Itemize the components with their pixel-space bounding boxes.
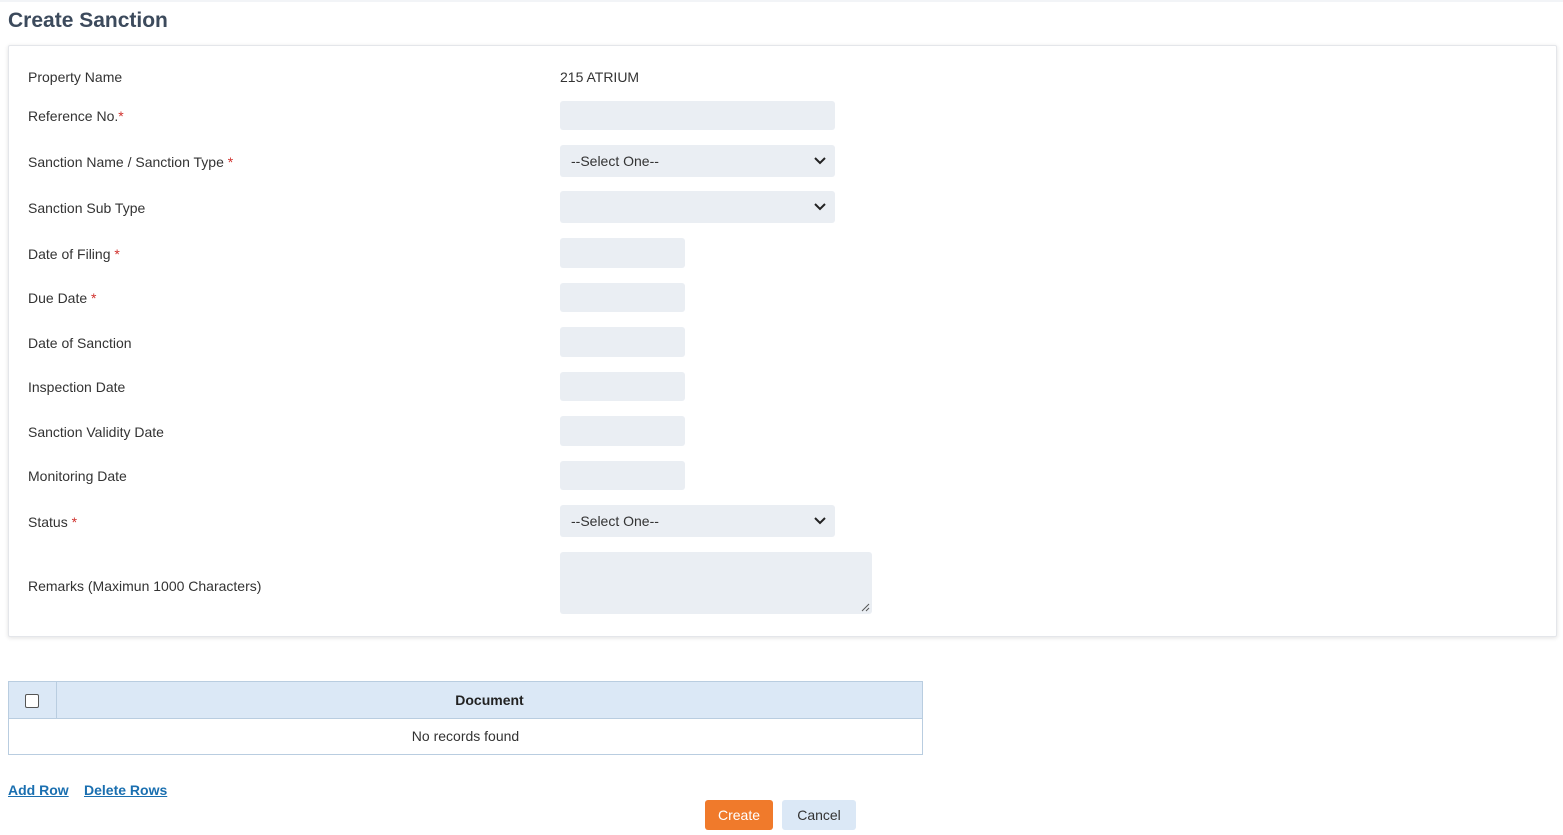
property-name-value: 215 ATRIUM (560, 69, 640, 85)
document-column-header: Document (455, 692, 524, 708)
chevron-down-icon (814, 157, 826, 165)
sanction-sub-type-label: Sanction Sub Type (28, 200, 146, 216)
select-all-checkbox[interactable] (25, 694, 39, 708)
sanction-form: Property Name 215 ATRIUM Reference No.* … (8, 45, 1557, 637)
date-of-filing-label: Date of Filing * (28, 246, 120, 262)
select-all-cell (9, 682, 57, 718)
sanction-validity-date-label: Sanction Validity Date (28, 424, 164, 440)
resize-grip-icon[interactable] (860, 602, 870, 612)
sanction-type-label: Sanction Name / Sanction Type * (28, 154, 233, 170)
inspection-date-label: Inspection Date (28, 379, 126, 395)
sanction-type-label-text: Sanction Name / Sanction Type (28, 154, 224, 170)
inspection-date-input[interactable] (560, 372, 685, 401)
date-of-filing-input[interactable] (560, 238, 685, 268)
due-date-label-text: Due Date (28, 290, 88, 306)
add-row-link[interactable]: Add Row (8, 782, 69, 798)
chevron-down-icon (814, 203, 826, 211)
reference-no-label: Reference No.* (28, 108, 124, 124)
remarks-label: Remarks (Maximun 1000 Characters) (28, 578, 262, 594)
sanction-validity-date-input[interactable] (560, 416, 685, 446)
property-name-label: Property Name (28, 69, 123, 85)
status-label: Status * (28, 514, 77, 530)
cancel-button[interactable]: Cancel (782, 800, 856, 830)
reference-no-input[interactable] (560, 101, 835, 130)
chevron-down-icon (814, 517, 826, 525)
date-of-sanction-input[interactable] (560, 327, 685, 357)
sanction-type-selected: --Select One-- (571, 153, 659, 169)
required-mark: * (227, 154, 234, 170)
documents-table-header: Document (9, 682, 922, 719)
sanction-type-select[interactable]: --Select One-- (560, 145, 835, 177)
delete-rows-link[interactable]: Delete Rows (84, 782, 167, 798)
required-mark: * (91, 290, 97, 306)
empty-message: No records found (411, 728, 520, 744)
monitoring-date-input[interactable] (560, 461, 685, 490)
page-title: Create Sanction (8, 9, 168, 32)
date-of-filing-label-text: Date of Filing (28, 246, 111, 262)
remarks-textarea[interactable] (560, 552, 872, 614)
top-border (0, 0, 1563, 2)
create-button[interactable]: Create (705, 800, 773, 830)
date-of-sanction-label: Date of Sanction (28, 335, 132, 351)
due-date-input[interactable] (560, 283, 685, 312)
status-selected: --Select One-- (571, 513, 659, 529)
documents-table: Document No records found (8, 681, 923, 755)
status-label-text: Status (28, 514, 68, 530)
reference-no-label-text: Reference No. (28, 108, 119, 124)
status-select[interactable]: --Select One-- (560, 505, 835, 537)
monitoring-date-label: Monitoring Date (28, 468, 127, 484)
sanction-sub-type-select[interactable] (560, 191, 835, 223)
required-mark: * (71, 514, 78, 530)
required-mark: * (118, 108, 124, 124)
required-mark: * (114, 246, 120, 262)
due-date-label: Due Date * (28, 290, 97, 306)
